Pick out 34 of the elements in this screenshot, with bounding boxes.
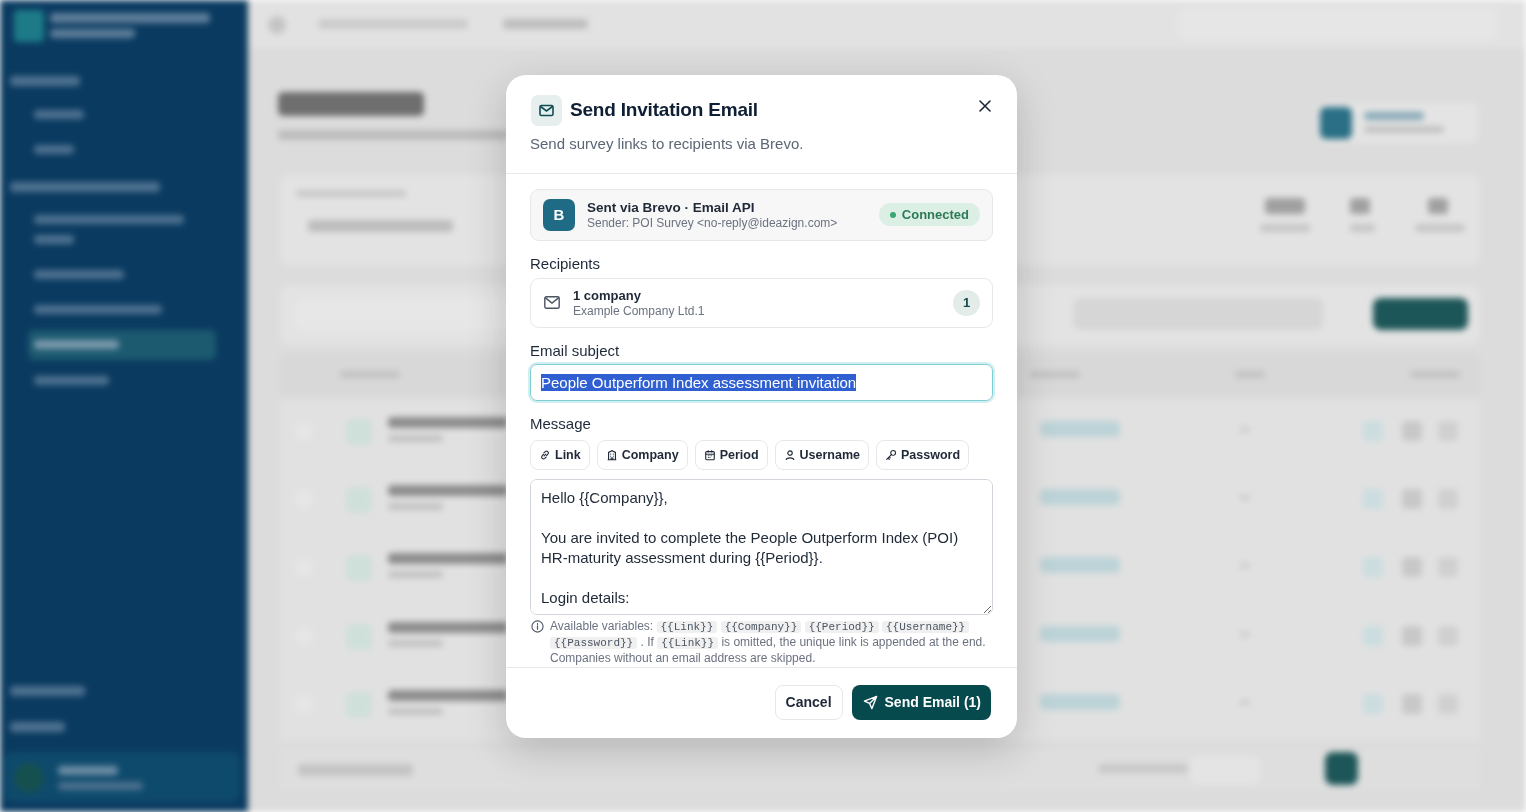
- user-icon: [783, 448, 796, 461]
- message-label: Message: [530, 413, 592, 434]
- sender-text: Sender: POI Survey <no-reply@ideazign.com>: [587, 215, 839, 230]
- insert-variable-button[interactable]: Username: [774, 439, 869, 470]
- variables-hint: Available variables: {{Link}} {{Company}} {{Period}} {{Username}} {{Password}} . If {{Link}} is omitted, the unique link is appended at the end. Companies without an email address are skipped.: [550, 618, 987, 666]
- status-label: Connected: [901, 207, 969, 222]
- status-dot-icon: [889, 211, 896, 218]
- cancel-button[interactable]: Cancel: [774, 684, 843, 720]
- insert-variable-button[interactable]: Link: [530, 439, 590, 470]
- info-icon: [531, 619, 544, 633]
- recipients-summary: 1 company: [573, 287, 642, 303]
- calendar-icon: [703, 448, 716, 461]
- mail-icon: [544, 296, 560, 309]
- send-button[interactable]: Send Email (1): [851, 684, 991, 720]
- provider-name: Sent via Brevo · Email API: [587, 199, 756, 215]
- recipient-names: Example Company Ltd.1: [573, 303, 706, 318]
- dialog-title: Send Invitation Email: [570, 99, 759, 121]
- close-icon: [979, 100, 991, 112]
- message-textarea[interactable]: Hello {{Company}}, You are invited to complete the People Outperform Index (POI) HR-maturity assessment during {{Period}}. Login details:: [530, 478, 993, 615]
- building-icon: [605, 448, 618, 461]
- subject-label: Email subject: [530, 340, 621, 361]
- send-icon: [862, 694, 878, 710]
- insert-variable-button[interactable]: Password: [876, 439, 970, 470]
- subject-input[interactable]: People Outperform Index assessment invitation: [530, 363, 993, 401]
- provider-avatar: B: [543, 198, 575, 231]
- key-icon: [885, 448, 897, 461]
- link-icon: [539, 448, 551, 461]
- recipient-count: 1: [953, 289, 980, 316]
- recipients-label: Recipients: [530, 253, 602, 274]
- close-button[interactable]: [979, 100, 991, 112]
- dialog-subtitle: Send survey links to recipients via Brevo.: [530, 133, 805, 154]
- insert-variable-button[interactable]: Period: [694, 439, 768, 470]
- mail-icon: [531, 94, 562, 126]
- insert-variable-button[interactable]: Company: [596, 439, 688, 470]
